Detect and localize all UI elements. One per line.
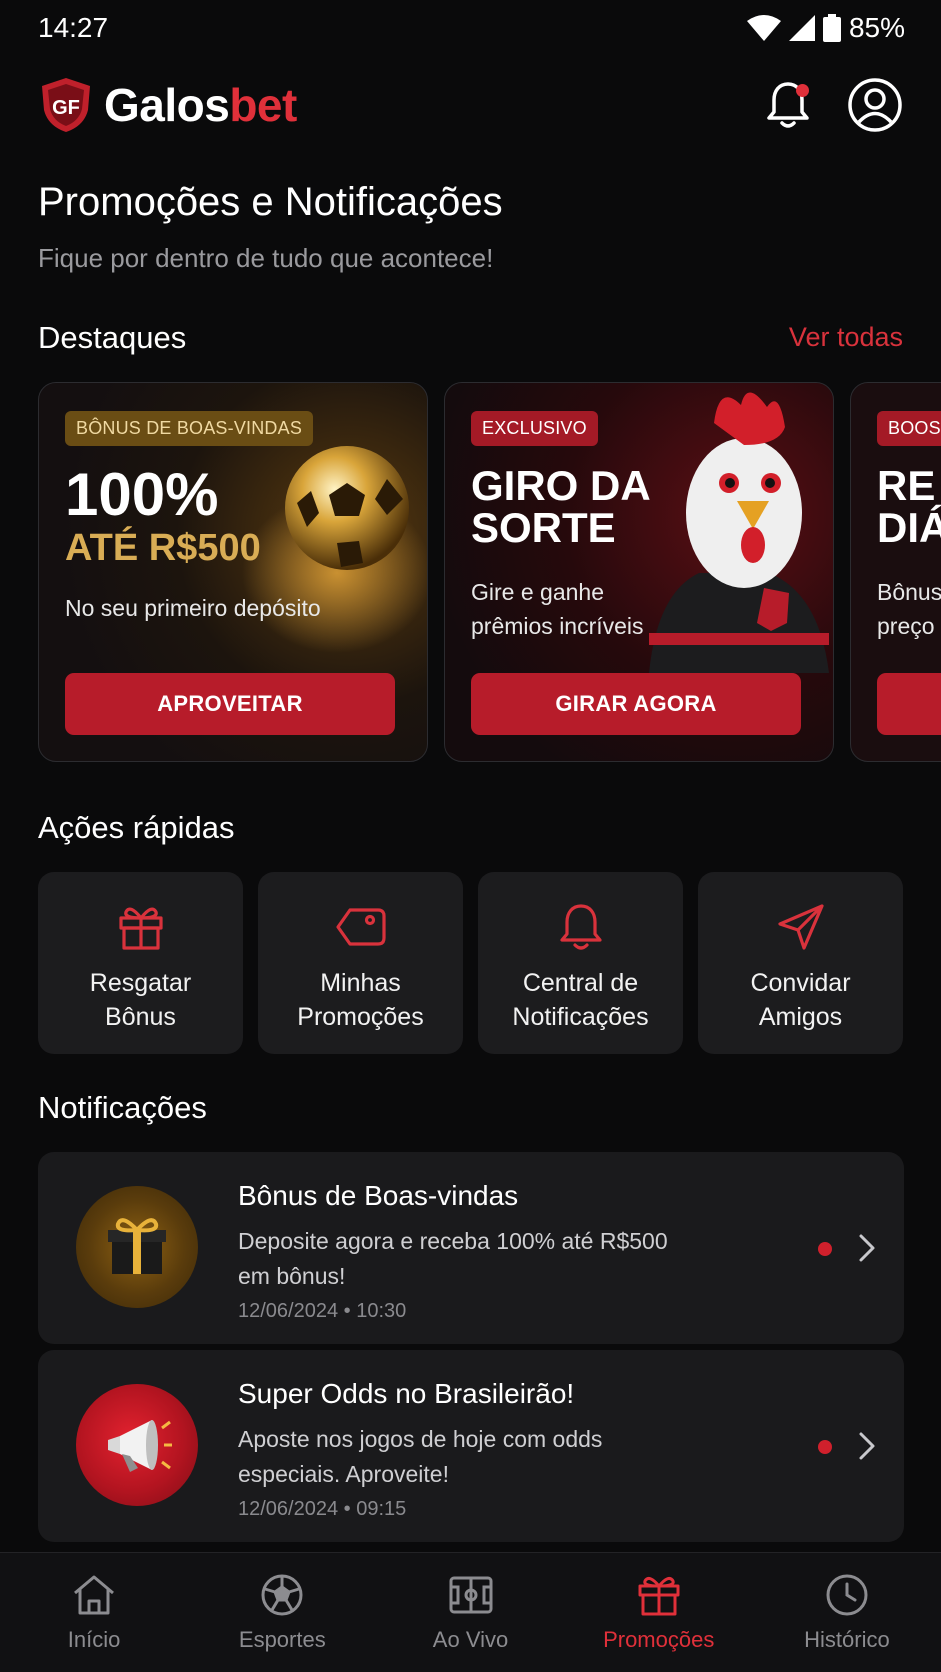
send-icon	[777, 904, 824, 950]
highlights-carousel[interactable]: BÔNUS DE BOAS-VINDAS 100% ATÉ R$500 No s…	[38, 382, 941, 764]
promo-card-lucky-spin[interactable]: EXCLUSIVO GIRO DA SORTE Gire e ganhe prê…	[444, 382, 834, 762]
battery-icon	[822, 14, 841, 42]
nav-label: Início	[67, 1627, 121, 1652]
signal-icon	[788, 15, 815, 41]
tag-icon	[335, 908, 386, 946]
status-time: 14:27	[38, 12, 109, 43]
battery-level: 85%	[848, 12, 905, 43]
page-title: Promoções e Notificações	[38, 180, 503, 224]
gift-icon	[118, 907, 163, 950]
highlights-title: Destaques	[38, 320, 187, 355]
status-bar: 14:27 85%	[0, 0, 941, 56]
notification-title: Super Odds no Brasileirão!	[238, 1378, 575, 1409]
nav-item-live[interactable]: Ao Vivo	[376, 1553, 564, 1672]
svg-text:GF: GF	[52, 97, 80, 119]
notification-description: Deposite agora e receba 100% até R$500 e…	[238, 1228, 668, 1289]
nav-item-sports[interactable]: Esportes	[188, 1553, 376, 1672]
see-all-link[interactable]: Ver todas	[789, 322, 903, 353]
notification-title: Bônus de Boas-vindas	[238, 1180, 519, 1211]
gift-icon	[638, 1576, 680, 1616]
action-label: Resgatar Bônus	[89, 969, 192, 1031]
field-icon	[449, 1576, 492, 1614]
girar-agora-button[interactable]: GIRAR AGORA	[471, 673, 801, 735]
nav-item-history[interactable]: Histórico	[753, 1553, 941, 1672]
unread-dot	[818, 1242, 832, 1256]
action-my-promotions[interactable]: Minhas Promoções	[258, 872, 463, 1054]
bell-icon	[559, 904, 602, 950]
user-icon	[848, 78, 902, 132]
quick-actions-title: Ações rápidas	[38, 810, 235, 845]
notifications-title: Notificações	[38, 1090, 207, 1125]
action-label: Minhas Promoções	[297, 969, 424, 1031]
promo-badge: BOOST	[877, 411, 941, 446]
header-actions	[765, 77, 903, 133]
page-subtitle: Fique por dentro de tudo que acontece!	[38, 243, 494, 273]
shield-logo-icon: GF	[42, 78, 90, 132]
profile-button[interactable]	[847, 77, 903, 133]
nav-label: Esportes	[238, 1627, 326, 1652]
promo-badge: BÔNUS DE BOAS-VINDAS	[65, 411, 314, 446]
home-icon	[74, 1575, 115, 1615]
logo-main: Galos	[104, 79, 230, 131]
action-notification-center[interactable]: Central de Notificações	[478, 872, 683, 1054]
promo-heading-line2: DIÁ	[877, 504, 941, 551]
logo[interactable]: GF Galosbet	[38, 76, 297, 134]
gift-box-thumbnail	[76, 1186, 198, 1308]
promo-text: No seu primeiro depósito	[65, 595, 321, 621]
megaphone-icon	[108, 1420, 172, 1472]
chevron-right-icon	[859, 1432, 875, 1460]
promo-heading: RE	[877, 462, 936, 509]
status-indicators: 85%	[746, 12, 905, 44]
soccer-ball-icon	[261, 1574, 303, 1616]
wifi-icon	[746, 15, 781, 41]
promo-text-line1: Bônus	[877, 579, 941, 605]
promo-heading: 100%	[65, 461, 219, 528]
promo-text-line1: Gire e ganhe	[471, 579, 604, 605]
logo-accent: bet	[229, 79, 297, 131]
action-label: Central de Notificações	[512, 969, 649, 1031]
quick-actions: Resgatar Bônus Minhas Promoções Central …	[38, 872, 903, 1054]
clock-icon	[826, 1574, 868, 1616]
rooster-mascot-image	[649, 392, 829, 673]
app-header: GF Galosbet	[38, 68, 903, 142]
promo-heading-line2: SORTE	[471, 504, 616, 551]
promo-badge: EXCLUSIVO	[471, 411, 598, 446]
logo-text: Galosbet	[104, 78, 297, 132]
megaphone-thumbnail	[76, 1384, 198, 1506]
nav-item-promotions[interactable]: Promoções	[565, 1553, 753, 1672]
promo-heading: GIRO DA	[471, 462, 651, 509]
notification-description: Aposte nos jogos de hoje com odds especi…	[238, 1426, 603, 1487]
promo-text-line2: preço	[877, 613, 935, 639]
notification-time: 12/06/2024 • 10:30	[238, 1300, 407, 1322]
action-invite-friends[interactable]: Convidar Amigos	[698, 872, 903, 1054]
nav-label: Histórico	[804, 1627, 890, 1652]
chevron-right-icon	[859, 1234, 875, 1262]
notification-item[interactable]: Bônus de Boas-vindas Deposite agora e re…	[38, 1152, 904, 1344]
notification-time: 12/06/2024 • 09:15	[238, 1498, 407, 1520]
notification-dot	[796, 84, 809, 97]
notification-item[interactable]: Super Odds no Brasileirão! Aposte nos jo…	[38, 1350, 904, 1542]
unread-dot	[818, 1440, 832, 1454]
nav-label: Promoções	[603, 1627, 715, 1652]
gift-box-icon	[108, 1218, 166, 1274]
nav-item-home[interactable]: Início	[0, 1553, 188, 1672]
bottom-nav: Início Esportes Ao Vivo Promoções Histór…	[0, 1552, 941, 1672]
promo-button[interactable]	[877, 673, 941, 735]
notifications-button[interactable]	[765, 80, 811, 130]
promo-card-partial[interactable]: BOOST RE DIÁ Bônus preço	[850, 382, 941, 762]
aproveitar-button[interactable]: APROVEITAR	[65, 673, 395, 735]
promo-text-line2: prêmios incríveis	[471, 613, 644, 639]
action-label: Convidar Amigos	[750, 969, 851, 1031]
promo-card-welcome-bonus[interactable]: BÔNUS DE BOAS-VINDAS 100% ATÉ R$500 No s…	[38, 382, 428, 762]
promo-subheading: ATÉ R$500	[65, 527, 261, 569]
action-redeem-bonus[interactable]: Resgatar Bônus	[38, 872, 243, 1054]
nav-label: Ao Vivo	[432, 1627, 509, 1652]
